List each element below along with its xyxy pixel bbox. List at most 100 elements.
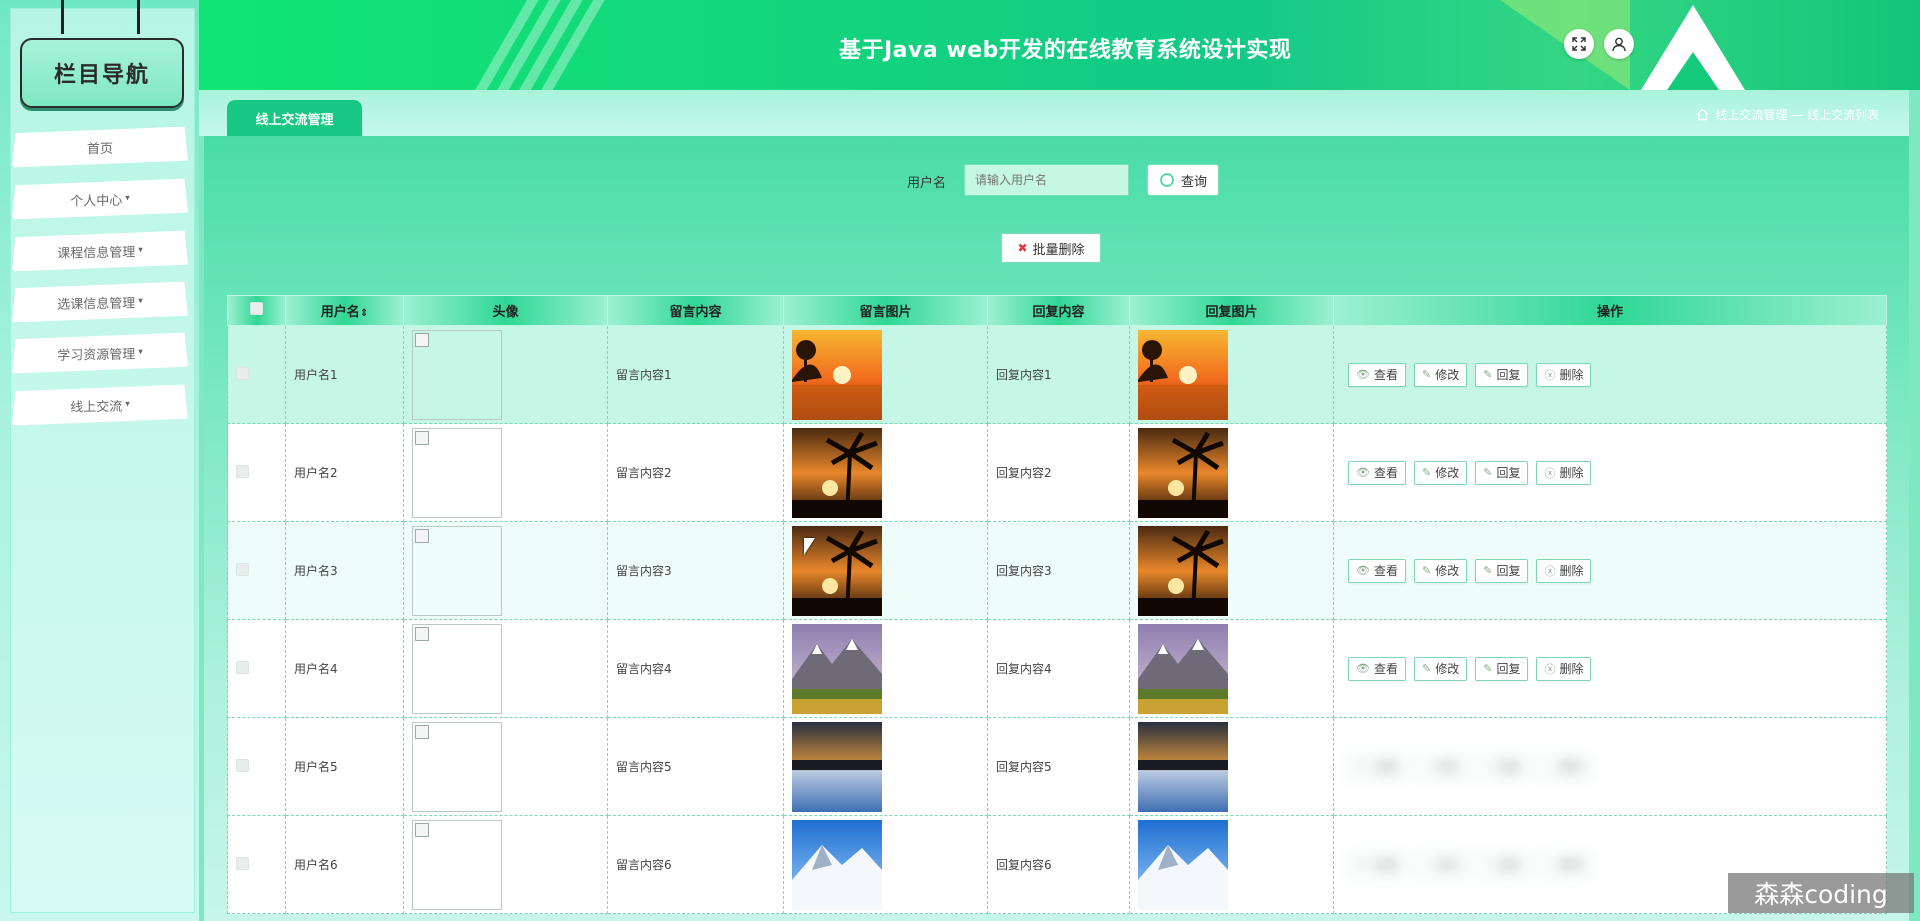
row-select-cell[interactable]: [227, 521, 286, 620]
action-label: 删除: [1559, 662, 1584, 676]
reply-image-cell[interactable]: [1129, 325, 1334, 424]
chevron-down-icon: ▾: [125, 193, 130, 204]
edit-button[interactable]: ✎ 修改: [1413, 852, 1468, 877]
sidebar-item-course-info[interactable]: 课程信息管理 ▾: [12, 230, 188, 271]
actions-cell: 👁 查看 ✎ 修改 ✎ 回复 ⓧ 删除: [1333, 423, 1887, 522]
message-image-cell[interactable]: [783, 717, 988, 816]
message-cell: 留言内容5: [607, 717, 784, 816]
view-button[interactable]: 👁 查看: [1348, 362, 1406, 387]
edit-button[interactable]: ✎ 修改: [1413, 460, 1468, 485]
search-button[interactable]: 查询: [1147, 164, 1219, 196]
row-select-cell[interactable]: [227, 325, 286, 424]
reply-image-cell[interactable]: [1129, 521, 1334, 620]
row-actions: 👁 查看 ✎ 修改 ✎ 回复 ⓧ 删除: [1342, 754, 1886, 779]
delete-button[interactable]: ⓧ 删除: [1536, 754, 1592, 779]
reply-button[interactable]: ✎ 回复: [1475, 852, 1529, 877]
row-checkbox[interactable]: [236, 562, 249, 576]
reply-image[interactable]: [1138, 329, 1333, 420]
message-image[interactable]: [792, 721, 987, 812]
view-button[interactable]: 👁 查看: [1348, 558, 1406, 583]
select-all-header[interactable]: [227, 295, 286, 326]
sidebar-item-label: 首页: [86, 141, 113, 157]
edit-button[interactable]: ✎ 修改: [1413, 558, 1468, 583]
reply-image[interactable]: [1138, 623, 1333, 714]
reply-image-cell[interactable]: [1129, 619, 1334, 718]
column-header-username[interactable]: 用户名⇕: [285, 295, 404, 326]
row-checkbox[interactable]: [236, 856, 249, 870]
reply-image-cell[interactable]: [1129, 815, 1334, 914]
select-all-checkbox[interactable]: [250, 302, 263, 315]
reply-image-cell[interactable]: [1129, 717, 1334, 816]
message-image[interactable]: [792, 525, 987, 616]
reply-icon: ✎: [1483, 760, 1493, 773]
row-checkbox[interactable]: [236, 758, 249, 772]
message-image-cell[interactable]: [783, 815, 988, 914]
header: 基于Java web开发的在线教育系统设计实现: [199, 0, 1920, 90]
sidebar-item-course-selection[interactable]: 选课信息管理 ▾: [12, 281, 188, 322]
reply-image[interactable]: [1138, 819, 1333, 910]
view-button[interactable]: 👁 查看: [1348, 754, 1406, 779]
row-select-cell[interactable]: [227, 717, 286, 816]
edit-button[interactable]: ✎ 修改: [1413, 754, 1468, 779]
message-image-cell[interactable]: [783, 423, 988, 522]
message-image[interactable]: [792, 819, 987, 910]
actions-cell: 👁 查看 ✎ 修改 ✎ 回复 ⓧ 删除: [1333, 521, 1887, 620]
reply-button[interactable]: ✎ 回复: [1475, 558, 1529, 583]
row-checkbox[interactable]: [236, 464, 249, 478]
action-label: 删除: [1559, 368, 1584, 382]
delete-button[interactable]: ⓧ 删除: [1536, 656, 1592, 681]
home-icon[interactable]: [1696, 108, 1709, 121]
breadcrumb-path[interactable]: 线上交流管理 — 线上交流列表: [1715, 106, 1879, 123]
message-image[interactable]: [792, 427, 987, 518]
reply-button[interactable]: ✎ 回复: [1475, 362, 1529, 387]
sort-icon[interactable]: ⇕: [360, 308, 368, 319]
message-image[interactable]: [792, 329, 987, 420]
delete-button[interactable]: ⓧ 删除: [1536, 852, 1592, 877]
delete-button[interactable]: ⓧ 删除: [1536, 558, 1592, 583]
action-label: 回复: [1496, 662, 1521, 676]
sidebar-item-label: 选课信息管理: [57, 295, 136, 313]
reply-image-cell[interactable]: [1129, 423, 1334, 522]
view-button[interactable]: 👁 查看: [1348, 656, 1406, 681]
batch-delete-button[interactable]: ✖ 批量删除: [1001, 233, 1101, 263]
username-search-input[interactable]: [964, 164, 1129, 196]
message-image[interactable]: [792, 623, 987, 714]
sidebar-item-personal-center[interactable]: 个人中心 ▾: [12, 178, 188, 219]
delete-icon: ⓧ: [1544, 662, 1556, 676]
action-label: 回复: [1496, 466, 1521, 480]
search-button-label: 查询: [1180, 174, 1207, 190]
view-button[interactable]: 👁 查看: [1348, 852, 1406, 877]
row-checkbox[interactable]: [236, 660, 249, 674]
reply-image[interactable]: [1138, 525, 1333, 616]
edit-button[interactable]: ✎ 修改: [1413, 656, 1468, 681]
message-image-cell[interactable]: [783, 521, 988, 620]
message-image-cell[interactable]: [783, 619, 988, 718]
edit-button[interactable]: ✎ 修改: [1413, 362, 1468, 387]
view-button[interactable]: 👁 查看: [1348, 460, 1406, 485]
reply-button[interactable]: ✎ 回复: [1475, 460, 1529, 485]
delete-button[interactable]: ⓧ 删除: [1536, 460, 1592, 485]
avatar: [412, 623, 502, 714]
row-select-cell[interactable]: [227, 423, 286, 522]
row-checkbox[interactable]: [236, 366, 249, 380]
action-label: 修改: [1435, 858, 1460, 872]
sidebar-item-learning-resources[interactable]: 学习资源管理 ▾: [12, 332, 188, 373]
message-image-cell[interactable]: [783, 325, 988, 424]
user-menu-button[interactable]: [1604, 29, 1634, 59]
reply-image[interactable]: [1138, 427, 1333, 518]
row-select-cell[interactable]: [227, 815, 286, 914]
sidebar-item-home[interactable]: 首页: [12, 126, 188, 167]
reply-button[interactable]: ✎ 回复: [1475, 656, 1529, 681]
row-select-cell[interactable]: [227, 619, 286, 718]
reply-image[interactable]: [1138, 721, 1333, 812]
fullscreen-button[interactable]: [1564, 29, 1594, 59]
action-label: 回复: [1496, 760, 1521, 774]
delete-icon: ⓧ: [1544, 564, 1556, 578]
reply-button[interactable]: ✎ 回复: [1475, 754, 1529, 779]
reply-cell: 回复内容1: [987, 325, 1130, 424]
tab-online-exchange-management[interactable]: 线上交流管理: [227, 100, 362, 136]
sidebar-item-online-exchange[interactable]: 线上交流 ▾: [12, 384, 188, 425]
reply-icon: ✎: [1483, 662, 1493, 675]
expand-icon: [1572, 37, 1586, 51]
delete-button[interactable]: ⓧ 删除: [1536, 362, 1592, 387]
